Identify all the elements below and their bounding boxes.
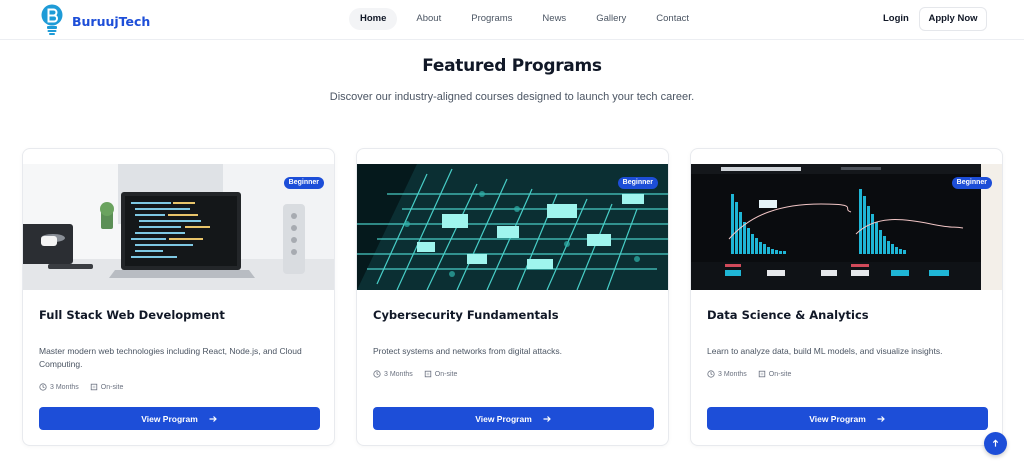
program-description: Master modern web technologies including… [39, 346, 302, 369]
program-card[interactable]: Beginner Full Stack Web Development Mast… [22, 148, 335, 446]
brand-name: BuruujTech [72, 13, 151, 29]
clock-icon [707, 370, 715, 378]
level-badge: Beginner [283, 177, 324, 189]
program-title: Full Stack Web Development [39, 308, 225, 322]
nav-about[interactable]: About [405, 8, 452, 30]
login-link[interactable]: Login [883, 13, 909, 24]
brand[interactable]: BuruujTech [40, 3, 150, 37]
level-badge: Beginner [617, 177, 658, 189]
building-icon [424, 370, 431, 378]
section-title: Featured Programs [422, 56, 602, 76]
view-program-label: View Program [809, 413, 866, 424]
nav-gallery[interactable]: Gallery [585, 8, 637, 30]
program-card[interactable]: Beginner Cybersecurity Fundamentals Prot… [356, 148, 669, 446]
nav-news[interactable]: News [531, 8, 577, 30]
section-subtitle: Discover our industry-aligned courses de… [329, 91, 695, 103]
view-program-button[interactable]: View Program [707, 407, 988, 430]
program-description: Protect systems and networks from digita… [373, 346, 562, 356]
program-duration: 3 Months [718, 370, 747, 378]
view-program-button[interactable]: View Program [39, 407, 320, 430]
program-card[interactable]: Beginner Data Science & Analytics Learn … [690, 148, 1003, 446]
nav-home[interactable]: Home [349, 8, 398, 30]
program-duration: 3 Months [50, 383, 79, 391]
program-mode: On-site [434, 370, 458, 378]
program-meta: 3 Months On-site [39, 383, 123, 391]
main-nav: Home About Programs News Gallery Contact [349, 8, 700, 30]
building-icon [90, 383, 97, 391]
clock-icon [39, 383, 47, 391]
nav-programs[interactable]: Programs [460, 8, 523, 30]
view-program-label: View Program [141, 413, 198, 424]
nav-contact[interactable]: Contact [645, 8, 700, 30]
view-program-label: View Program [475, 413, 532, 424]
program-title: Data Science & Analytics [707, 308, 869, 322]
lightbulb-b-logo-icon [41, 4, 63, 35]
program-meta: 3 Months On-site [373, 370, 457, 378]
level-badge: Beginner [951, 177, 992, 189]
program-duration: 3 Months [384, 370, 413, 378]
program-meta: 3 Months On-site [707, 370, 791, 378]
program-description: Learn to analyze data, build ML models, … [707, 346, 943, 356]
arrow-right-icon [209, 415, 217, 422]
clock-icon [373, 370, 381, 378]
arrow-right-icon [877, 415, 885, 422]
program-mode: On-site [100, 383, 124, 391]
view-program-button[interactable]: View Program [373, 407, 654, 430]
arrow-right-icon [543, 415, 551, 422]
arrow-up-icon [992, 439, 999, 447]
program-title: Cybersecurity Fundamentals [373, 308, 559, 322]
top-navbar: BuruujTech Home About Programs News Gall… [0, 0, 1024, 40]
program-mode: On-site [768, 370, 792, 378]
building-icon [758, 370, 765, 378]
apply-now-button[interactable]: Apply Now [919, 7, 987, 31]
scroll-to-top-button[interactable] [984, 432, 1007, 455]
